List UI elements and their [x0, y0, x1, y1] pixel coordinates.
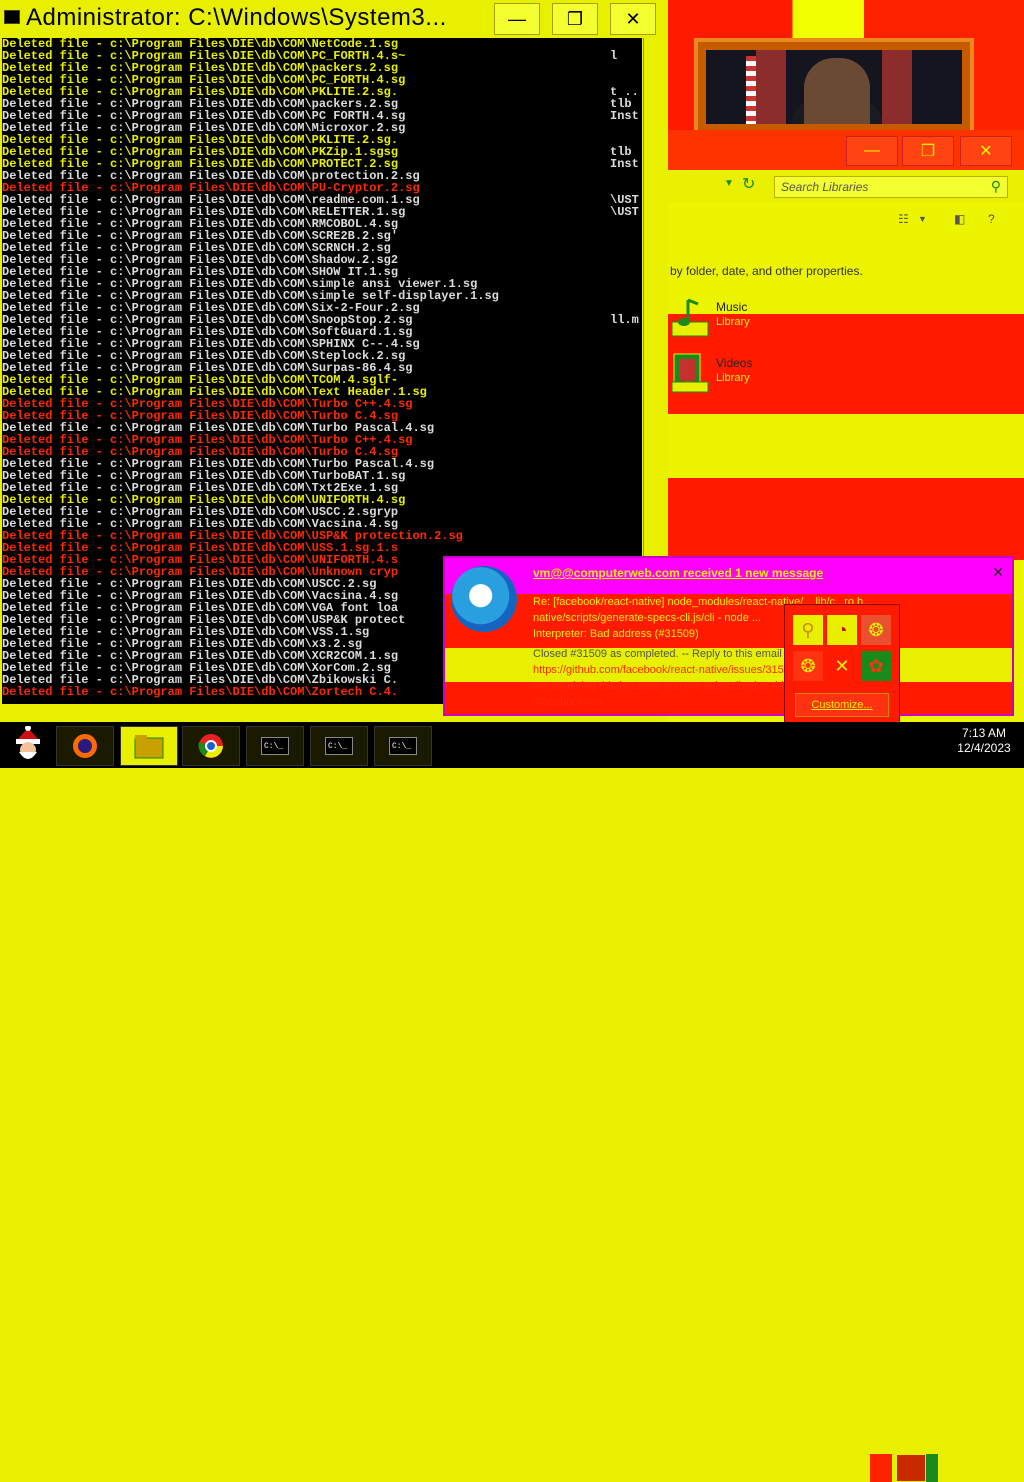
explorer-toolbar: ☷ ▼ ◧ ? — [668, 202, 1024, 242]
show-hidden-icons-button[interactable] — [832, 1454, 852, 1482]
content-stripe — [668, 478, 1024, 560]
cmd-icon: C:\_ — [261, 737, 289, 755]
search-placeholder: Search Libraries — [781, 180, 869, 194]
cmd-icon: C:\_ — [325, 737, 353, 755]
explorer-address-bar: ▼ ↻ Search Libraries ⚲ — [668, 170, 1024, 202]
notification-preview[interactable]: Closed #31509 as completed. -- Reply to … — [533, 646, 783, 710]
cmd-output-fragment: Inst — [610, 157, 639, 171]
library-type: Library — [716, 372, 750, 384]
app-tray-icon[interactable]: ❂ — [861, 615, 891, 645]
taskbar-chrome[interactable] — [182, 726, 240, 766]
notification-subject[interactable]: Re: [facebook/react-native] node_modules… — [533, 594, 1003, 642]
photo-frame-gadget[interactable] — [694, 38, 974, 134]
notification-line: <facebook/rea — [533, 696, 604, 708]
explorer-window[interactable]: — ❐ ✕ ▼ ↻ Search Libraries ⚲ ☷ ▼ ◧ ? by … — [668, 130, 1024, 560]
notification-line: native/scripts/generate-specs-cli.js/cli… — [533, 612, 762, 624]
library-name: Music — [716, 300, 748, 314]
photo-frame-image — [706, 50, 962, 124]
folder-icon — [134, 735, 164, 759]
sync-tray-icon[interactable]: ✕ — [827, 651, 857, 681]
cmd-output-fragment: Inst — [610, 109, 639, 123]
network-tray-icon[interactable]: ❂ — [793, 651, 823, 681]
explorer-title-bar[interactable]: — ❐ ✕ — [668, 130, 1024, 170]
chrome-icon — [198, 734, 223, 758]
cmd-output-fragment: \UST — [610, 205, 639, 219]
explorer-content[interactable]: by folder, date, and other properties. M… — [668, 242, 1024, 560]
taskbar-cmd-2[interactable]: C:\_ — [310, 726, 368, 766]
view-dropdown-icon[interactable]: ▼ — [918, 214, 927, 224]
taskbar-cmd-3[interactable]: C:\_ — [374, 726, 432, 766]
clock-date: 12/4/2023 — [957, 741, 1011, 755]
cmd-title-bar[interactable]: Administrator: C:\Windows\System3... — ❐… — [0, 0, 668, 38]
clock-tray-icon[interactable]: ◔ — [827, 615, 857, 645]
notification-header: vm@@computerweb.com received 1 new messa… — [445, 558, 1012, 594]
search-input[interactable]: Search Libraries ⚲ — [774, 176, 1008, 198]
search-tray-icon[interactable]: ⚲ — [793, 615, 823, 645]
address-dropdown-icon[interactable]: ▼ — [724, 178, 734, 189]
flag-tray-icon[interactable] — [870, 1454, 892, 1482]
notification-line: Re: [facebook/react-native] node_modules… — [533, 596, 873, 608]
santa-start-icon — [16, 726, 40, 759]
email-notification[interactable]: vm@@computerweb.com received 1 new messa… — [443, 556, 1014, 716]
notification-line: https://github.com/facebook/react-native… — [533, 664, 783, 676]
notification-close-icon[interactable]: ✕ — [992, 564, 1004, 581]
restore-button[interactable]: ❐ — [552, 3, 598, 35]
firefox-icon — [73, 734, 97, 758]
taskbar-firefox[interactable] — [56, 726, 114, 766]
music-library-icon — [671, 298, 709, 337]
cmd-output-fragment: l — [610, 49, 618, 63]
library-item-music[interactable]: Music Library — [670, 296, 790, 340]
library-item-videos[interactable]: Videos Library — [670, 352, 790, 396]
notification-line: are receiving this because you are subsc… — [533, 680, 783, 692]
taskbar-cmd-1[interactable]: C:\_ — [246, 726, 304, 766]
help-icon[interactable]: ? — [988, 212, 995, 226]
library-type: Library — [716, 316, 750, 328]
clock-time: 7:13 AM — [961, 726, 1007, 740]
update-tray-icon[interactable]: ✿ — [861, 651, 891, 681]
cmd-window-title: Administrator: C:\Windows\System3... — [26, 4, 447, 31]
explorer-minimize-button[interactable]: — — [846, 136, 898, 166]
explorer-restore-button[interactable]: ❐ — [902, 136, 954, 166]
curtain-right-graphic — [882, 50, 912, 124]
view-options-icon[interactable]: ☷ — [898, 212, 909, 226]
videos-library-icon — [671, 353, 709, 393]
volume-icon[interactable] — [926, 1454, 938, 1482]
curtain-left-graphic — [756, 50, 786, 124]
libraries-description: by folder, date, and other properties. — [670, 264, 863, 278]
preview-pane-icon[interactable]: ◧ — [954, 212, 965, 226]
taskbar: C:\_ C:\_ C:\_ — [0, 722, 1024, 1482]
customize-link[interactable]: Customize... — [795, 693, 889, 717]
portrait-face-graphic — [804, 58, 870, 124]
network-status-icon[interactable] — [896, 1454, 926, 1482]
taskbar-explorer[interactable] — [120, 726, 178, 766]
library-name: Videos — [716, 356, 753, 370]
notification-line: Closed #31509 as completed. -- Reply to … — [533, 648, 783, 660]
refresh-icon[interactable]: ↻ — [742, 174, 755, 194]
close-button[interactable]: ✕ — [610, 3, 656, 35]
explorer-close-button[interactable]: ✕ — [960, 136, 1012, 166]
cmd-output-fragment: ll.m — [610, 313, 639, 327]
cmd-app-icon[interactable] — [4, 10, 20, 24]
cmd-icon: C:\_ — [389, 737, 417, 755]
taskbar-clock[interactable]: 7:13 AM 12/4/2023 — [944, 726, 1024, 756]
notification-line: Interpreter: Bad address (#31509) — [533, 628, 699, 640]
thunderbird-logo-icon — [451, 566, 517, 632]
start-button[interactable] — [4, 726, 52, 764]
notification-sender[interactable]: vm@@computerweb.com received 1 new messa… — [533, 566, 823, 580]
search-icon[interactable]: ⚲ — [991, 178, 1001, 195]
minimize-button[interactable]: — — [494, 3, 540, 35]
tray-overflow-popup: ⚲ ◔ ❂ ❂ ✕ ✿ Customize... — [784, 604, 900, 724]
